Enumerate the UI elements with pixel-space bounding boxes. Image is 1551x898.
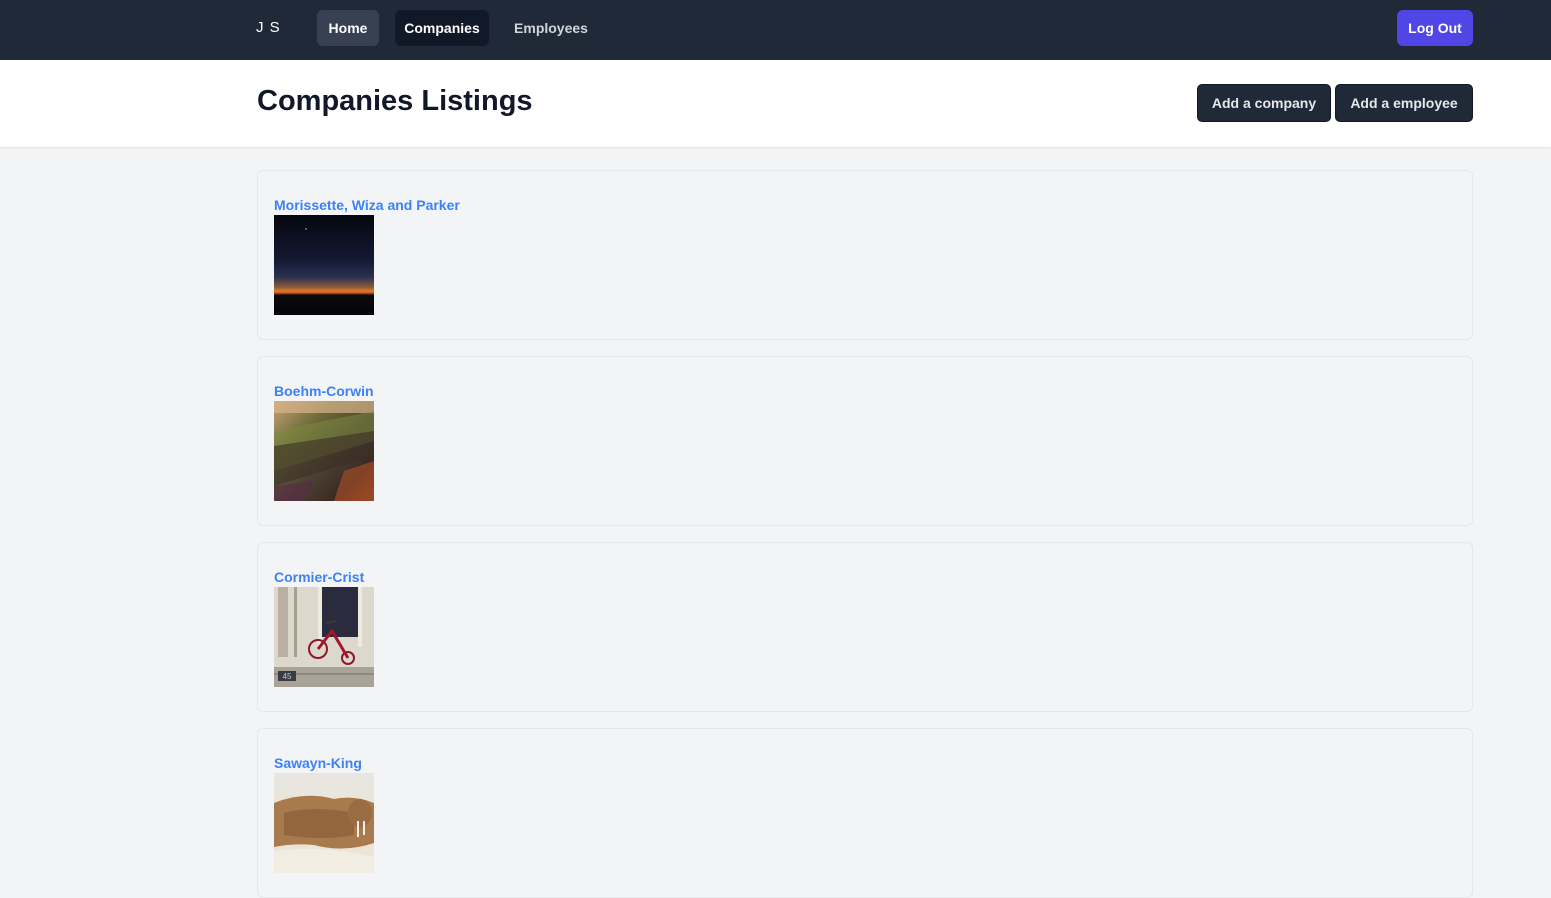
- top-navbar: J S Home Companies Employees Log Out: [0, 0, 1551, 60]
- nav-companies[interactable]: Companies: [395, 10, 489, 46]
- company-logo[interactable]: [274, 773, 374, 873]
- company-card: Sawayn-King: [257, 728, 1473, 898]
- company-card: Cormier-Crist 45: [257, 542, 1473, 712]
- page-header: Companies Listings Add a company Add a e…: [0, 60, 1551, 147]
- nav-home[interactable]: Home: [317, 10, 379, 46]
- company-card: Morissette, Wiza and Parker: [257, 170, 1473, 340]
- company-card: Boehm-Corwin: [257, 356, 1473, 526]
- company-name-link[interactable]: Sawayn-King: [274, 755, 362, 771]
- company-name-link[interactable]: Morissette, Wiza and Parker: [274, 197, 460, 213]
- add-employee-button[interactable]: Add a employee: [1335, 84, 1473, 122]
- walrus-beach-image: [274, 773, 374, 873]
- brand-logo[interactable]: J S: [256, 19, 281, 36]
- house-number: 45: [283, 672, 292, 681]
- company-name-link[interactable]: Cormier-Crist: [274, 569, 364, 585]
- mossy-log-image: [274, 401, 374, 501]
- company-logo[interactable]: 45: [274, 587, 374, 687]
- company-name-link[interactable]: Boehm-Corwin: [274, 383, 374, 399]
- page-title: Companies Listings: [257, 85, 533, 117]
- company-logo[interactable]: [274, 215, 374, 315]
- add-company-button[interactable]: Add a company: [1197, 84, 1331, 122]
- night-horizon-image: [274, 215, 374, 315]
- nav-employees[interactable]: Employees: [505, 10, 597, 46]
- logout-button[interactable]: Log Out: [1397, 10, 1473, 46]
- company-logo[interactable]: [274, 401, 374, 501]
- red-tricycle-image: 45: [274, 587, 374, 687]
